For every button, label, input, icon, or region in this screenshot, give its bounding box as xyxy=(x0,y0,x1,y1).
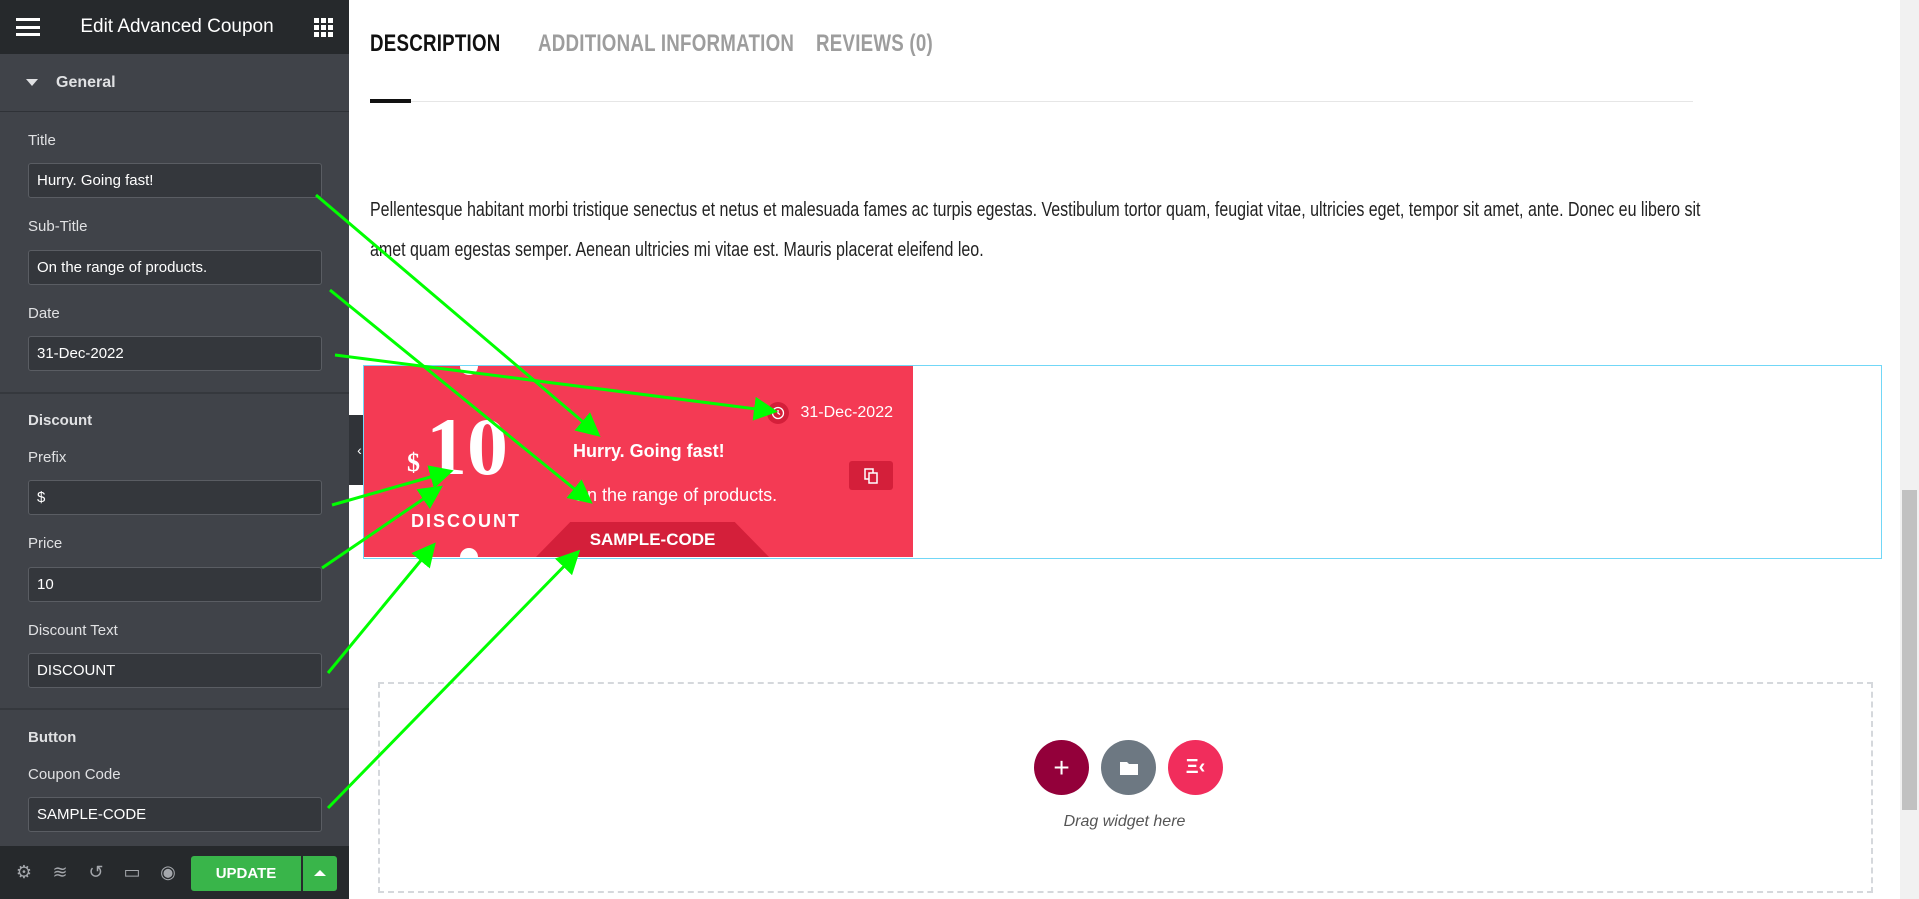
coupon-date: 31-Dec-2022 xyxy=(766,402,894,424)
notch xyxy=(460,548,478,557)
date-label: Date xyxy=(28,305,60,322)
description-text: Pellentesque habitant morbi tristique se… xyxy=(370,199,1701,261)
tab-reviews[interactable]: REVIEWS (0) xyxy=(816,30,933,58)
elementskit-library-button[interactable]: Ξ‹ xyxy=(1168,740,1223,795)
update-button[interactable]: UPDATE xyxy=(191,856,301,891)
folder-icon xyxy=(1119,761,1138,775)
navigator-layers-icon[interactable]: ≋ xyxy=(46,859,74,887)
coupon-prefix: $ xyxy=(407,448,420,477)
panel-header: Edit Advanced Coupon xyxy=(0,0,349,54)
drag-widget-hint: Drag widget here xyxy=(1063,813,1186,830)
price-input[interactable]: 10 xyxy=(28,567,322,602)
notch xyxy=(460,366,478,375)
coupon-discount-text: DISCOUNT xyxy=(411,511,521,531)
tab-additional-information[interactable]: ADDITIONAL INFORMATION xyxy=(538,30,794,58)
copy-icon xyxy=(864,467,878,484)
section-title: General xyxy=(56,73,116,91)
update-options-button[interactable] xyxy=(303,856,337,891)
add-section-button[interactable]: + xyxy=(1034,740,1089,795)
add-template-button[interactable] xyxy=(1101,740,1156,795)
widgets-grid-icon[interactable] xyxy=(314,17,333,37)
clock-icon xyxy=(766,402,789,424)
coupon-title: Hurry. Going fast! xyxy=(573,441,725,461)
coupon-code-input[interactable]: SAMPLE-CODE xyxy=(28,797,322,832)
prefix-label: Prefix xyxy=(28,449,67,466)
coupon-price: 10 xyxy=(426,401,508,492)
divider xyxy=(0,392,349,394)
hamburger-menu-icon[interactable] xyxy=(16,18,40,36)
divider xyxy=(0,708,349,710)
coupon-date-text: 31-Dec-2022 xyxy=(800,404,894,421)
coupon-widget[interactable]: $ 10 DISCOUNT 31-Dec-2022 Hurry. Going f… xyxy=(364,366,913,557)
editor-panel: Edit Advanced Coupon General Title Hurry… xyxy=(0,0,349,899)
button-heading: Button xyxy=(28,729,77,746)
panel-title: Edit Advanced Coupon xyxy=(80,16,274,37)
discount-heading: Discount xyxy=(28,412,93,429)
date-input[interactable]: 31-Dec-2022 xyxy=(28,336,322,371)
tab-description[interactable]: DESCRIPTION xyxy=(370,30,501,58)
subtitle-input[interactable]: On the range of products. xyxy=(28,250,322,285)
price-label: Price xyxy=(28,535,63,552)
history-icon[interactable]: ↺ xyxy=(82,859,110,887)
settings-gear-icon[interactable]: ⚙ xyxy=(10,859,38,887)
discount-text-input[interactable]: DISCOUNT xyxy=(28,653,322,688)
discount-text-label: Discount Text xyxy=(28,622,118,639)
active-tab-indicator xyxy=(370,99,411,103)
prefix-input[interactable]: $ xyxy=(28,480,322,515)
coupon-code-label: Coupon Code xyxy=(28,766,121,783)
scrollbar-thumb[interactable] xyxy=(1902,490,1917,810)
responsive-mode-icon[interactable]: ▭ xyxy=(118,859,146,887)
title-input[interactable]: Hurry. Going fast! xyxy=(28,163,322,198)
preview-eye-icon[interactable]: ◉ xyxy=(154,859,182,887)
section-general-toggle[interactable]: General xyxy=(0,54,349,112)
tabs-divider xyxy=(370,101,1693,102)
caret-down-icon xyxy=(26,79,38,92)
coupon-code[interactable]: SAMPLE-CODE xyxy=(535,522,770,557)
coupon-subtitle: On the range of products. xyxy=(573,485,778,505)
title-label: Title xyxy=(28,132,56,149)
panel-footer: ⚙ ≋ ↺ ▭ ◉ UPDATE xyxy=(0,846,349,899)
copy-code-button[interactable] xyxy=(849,461,893,490)
subtitle-label: Sub-Title xyxy=(28,218,88,235)
